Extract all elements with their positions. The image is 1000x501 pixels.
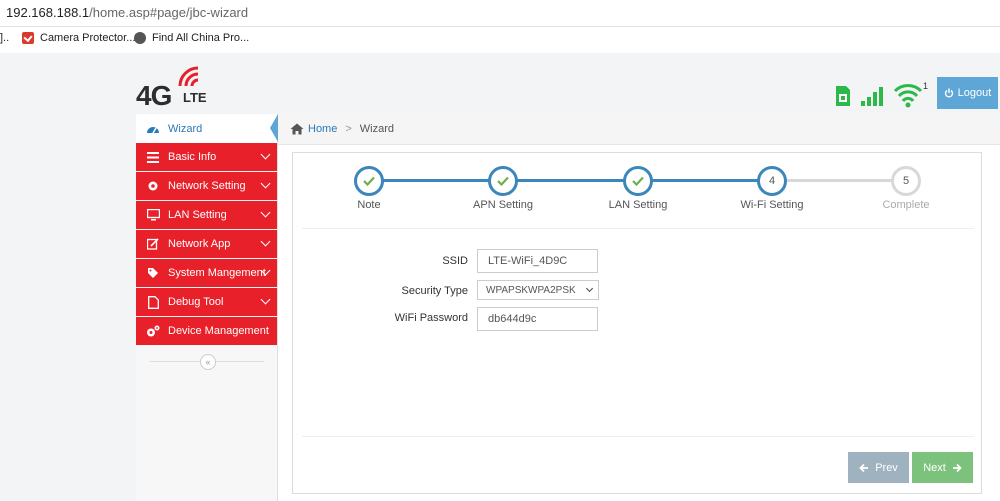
security-type-select[interactable]: WPAPSKWPA2PSK	[477, 280, 599, 300]
prev-label: Prev	[875, 461, 898, 474]
logo-4g: 4G	[136, 80, 172, 111]
sidebar-item-system-mangement[interactable]: System Mangement	[136, 259, 277, 288]
gears-icon	[146, 324, 160, 338]
bookmark-overflow[interactable]: ]..	[0, 32, 9, 44]
check-icon	[363, 176, 375, 186]
sidebar-collapse-button[interactable]: «	[200, 354, 216, 370]
bookmark-label: Find All China Pro...	[152, 32, 250, 44]
wifi-icon	[893, 84, 923, 108]
step-progress-complete	[369, 179, 772, 182]
step-1-circle	[354, 166, 384, 196]
left-gutter	[0, 114, 136, 501]
breadcrumb-current: Wizard	[359, 123, 395, 135]
sidebar-item-label: Debug Tool	[168, 296, 224, 308]
bookmark-camera-protector[interactable]: Camera Protector...	[22, 32, 135, 44]
monitor-icon	[146, 208, 160, 222]
step-4-label: Wi-Fi Setting	[740, 199, 804, 211]
check-icon	[632, 176, 644, 186]
next-button[interactable]: Next	[912, 452, 973, 483]
security-type-value: WPAPSKWPA2PSK	[486, 284, 576, 296]
wifi-password-input[interactable]: db644d9c	[477, 307, 598, 331]
globe-icon	[134, 32, 146, 44]
power-icon	[944, 88, 953, 98]
sidebar-item-label: System Mangement	[168, 267, 266, 279]
breadcrumb: Home > Wizard	[278, 114, 1000, 145]
steps-divider	[302, 228, 974, 229]
tag-icon	[146, 266, 160, 280]
edit-icon	[146, 237, 160, 251]
chevron-down-icon	[260, 236, 271, 247]
breadcrumb-separator: >	[345, 123, 352, 135]
step-5-circle: 5	[891, 166, 921, 196]
arrow-left-icon	[859, 463, 869, 472]
wifi-client-count: 1	[923, 81, 929, 91]
ssid-input[interactable]: LTE-WiFi_4D9C	[477, 249, 598, 273]
sidebar-item-label: Network Setting	[168, 180, 246, 192]
sidebar-item-wizard[interactable]: Wizard	[136, 114, 278, 143]
step-4-circle: 4	[757, 166, 787, 196]
chevron-down-icon	[260, 149, 271, 160]
sidebar-item-label: Wizard	[168, 122, 203, 135]
sidebar-item-label: LAN Setting	[168, 209, 227, 221]
ssid-label: SSID	[442, 255, 468, 267]
bookmark-find-all-china[interactable]: Find All China Pro...	[134, 32, 249, 44]
arrow-right-icon	[952, 463, 962, 472]
logout-button[interactable]: Logout	[937, 77, 998, 109]
sidebar-item-network-app[interactable]: Network App	[136, 230, 277, 259]
file-icon	[146, 295, 160, 309]
home-icon	[290, 123, 304, 135]
breadcrumb-home-link[interactable]: Home	[308, 123, 337, 135]
chevron-down-icon	[585, 284, 594, 293]
dashboard-icon	[146, 122, 160, 136]
step-number: 5	[902, 175, 910, 187]
sidebar-item-device-management[interactable]: Device Management	[136, 317, 277, 346]
signal-strength-icon	[861, 87, 883, 106]
sidebar-item-lan-setting[interactable]: LAN Setting	[136, 201, 277, 230]
logo-lte: LTE	[183, 90, 207, 105]
bookmark-favicon-icon	[22, 32, 34, 44]
gear-icon	[146, 179, 160, 193]
sim-card-icon	[836, 86, 850, 106]
sidebar-item-debug-tool[interactable]: Debug Tool	[136, 288, 277, 317]
list-icon	[146, 150, 160, 164]
footer-divider	[302, 436, 974, 437]
logout-label: Logout	[957, 87, 992, 99]
check-icon	[497, 176, 509, 186]
step-number: 4	[768, 175, 776, 187]
step-3-circle	[623, 166, 653, 196]
step-progress-remaining	[772, 179, 906, 182]
wifi-password-label: WiFi Password	[394, 312, 468, 324]
step-3-label: LAN Setting	[608, 199, 668, 211]
sidebar-item-label: Basic Info	[168, 151, 217, 163]
bookmark-label: Camera Protector...	[40, 32, 136, 44]
next-label: Next	[923, 461, 946, 474]
sidebar-item-label: Network App	[168, 238, 231, 250]
active-indicator	[270, 114, 278, 142]
signal-logo-icon	[178, 66, 199, 87]
sidebar-item-basic-info[interactable]: Basic Info	[136, 143, 277, 172]
url-text[interactable]: 192.168.188.1/home.asp#page/jbc-wizard	[6, 5, 248, 20]
chevron-down-icon	[260, 178, 271, 189]
step-1-label: Note	[357, 199, 381, 211]
sidebar: Wizard Basic Info Network Setting LAN Se…	[136, 114, 278, 501]
chevron-down-icon	[260, 294, 271, 305]
chevron-down-icon	[260, 207, 271, 218]
browser-address-bar[interactable]: 192.168.188.1/home.asp#page/jbc-wizard	[0, 0, 1000, 27]
step-2-label: APN Setting	[473, 199, 533, 211]
url-host: 192.168.188.1	[6, 5, 90, 20]
sidebar-item-label: Device Management	[168, 325, 269, 337]
security-type-label: Security Type	[401, 285, 468, 297]
bookmarks-bar: ].. Camera Protector... Find All China P…	[0, 27, 1000, 53]
sidebar-item-network-setting[interactable]: Network Setting	[136, 172, 277, 201]
url-path: /home.asp#page/jbc-wizard	[89, 5, 249, 20]
step-2-circle	[488, 166, 518, 196]
prev-button[interactable]: Prev	[848, 452, 909, 483]
step-5-label: Complete	[882, 199, 930, 211]
